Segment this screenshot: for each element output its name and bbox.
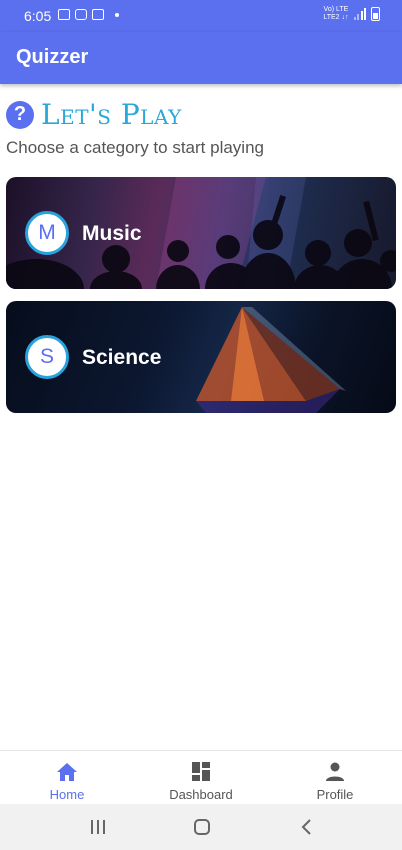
page-subtitle: Choose a category to start playing	[6, 138, 264, 157]
nav-label-dashboard: Dashboard	[169, 787, 233, 802]
home-icon	[57, 763, 77, 781]
recents-icon[interactable]	[88, 818, 108, 836]
nav-tab-dashboard[interactable]: Dashboard	[134, 751, 268, 804]
question-mark-icon: ?	[6, 100, 34, 129]
app-icon	[92, 9, 104, 20]
home-circle-icon[interactable]	[193, 818, 211, 836]
notification-icons	[58, 9, 119, 20]
science-avatar: S	[25, 335, 69, 379]
signal-icon	[353, 8, 366, 20]
system-navigation-bar	[0, 804, 402, 850]
bottom-navigation: Home Dashboard Profile	[0, 750, 402, 804]
app-title: Quizzer	[16, 46, 89, 68]
battery-icon	[371, 7, 380, 21]
category-name-science: Science	[82, 346, 162, 369]
category-card-science[interactable]: S Science	[6, 301, 396, 413]
status-time: 6:05	[24, 8, 52, 24]
nav-tab-profile[interactable]: Profile	[268, 751, 402, 804]
page-heading: ? Let's Play	[6, 98, 182, 131]
network-indicator: Vo) LTE LTE2 ↓↑	[323, 6, 348, 22]
category-name-music: Music	[82, 222, 142, 245]
music-avatar: M	[25, 211, 69, 255]
app-bar: Quizzer	[0, 32, 402, 84]
nav-label-profile: Profile	[316, 787, 354, 802]
youtube-icon	[75, 9, 87, 20]
dashboard-icon	[192, 762, 210, 781]
gallery-icon	[58, 9, 70, 20]
dot-icon	[115, 12, 119, 17]
status-bar: 6:05 Vo) LTE LTE2 ↓↑	[0, 0, 402, 32]
nav-tab-home[interactable]: Home	[0, 751, 134, 804]
network-top-label: Vo) LTE	[323, 6, 349, 13]
person-icon	[326, 762, 344, 781]
back-icon[interactable]	[299, 818, 315, 836]
category-card-music[interactable]: M Music	[6, 177, 396, 289]
page-title: Let's Play	[41, 98, 182, 131]
network-bottom-label: LTE2 ↓↑	[323, 14, 349, 21]
nav-label-home: Home	[49, 787, 85, 802]
status-right: Vo) LTE LTE2 ↓↑	[323, 6, 380, 22]
